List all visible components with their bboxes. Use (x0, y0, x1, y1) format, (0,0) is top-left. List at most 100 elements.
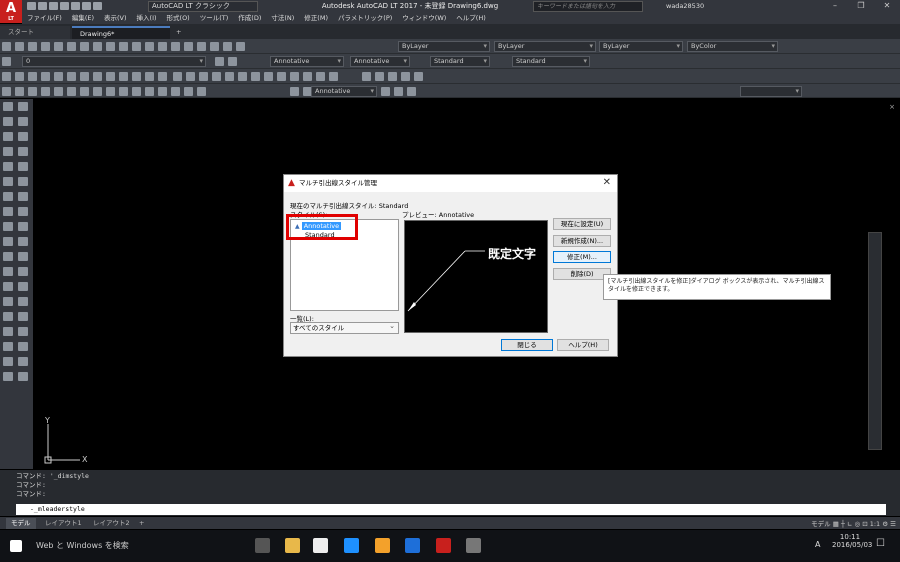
grid-icon[interactable]: ▦ (833, 520, 841, 528)
fillet-icon[interactable] (316, 72, 326, 81)
menu-window[interactable]: ウィンドウ(W) (397, 13, 451, 24)
new-tab-button[interactable]: + (172, 26, 188, 39)
rectangle-icon[interactable] (54, 72, 63, 81)
close-icon[interactable]: ✕ (874, 0, 900, 13)
polygon-icon[interactable] (18, 117, 28, 126)
layer-lock-icon[interactable] (401, 72, 411, 81)
trim-icon[interactable] (18, 297, 28, 306)
table-icon[interactable] (145, 72, 154, 81)
tab-add-layout[interactable]: + (134, 518, 149, 529)
layer-manager-icon[interactable] (2, 57, 11, 66)
spline-icon[interactable] (93, 72, 102, 81)
help-button[interactable]: ヘルプ(H) (557, 339, 609, 351)
menu-format[interactable]: 形式(O) (162, 13, 195, 24)
menu-draw[interactable]: 作成(D) (233, 13, 266, 24)
design-center-icon[interactable] (197, 42, 206, 51)
preview-icon[interactable] (54, 42, 63, 51)
plot-icon[interactable] (71, 2, 80, 10)
line-icon[interactable] (2, 72, 11, 81)
print-icon[interactable] (41, 42, 50, 51)
paste-icon[interactable] (93, 42, 102, 51)
spell-icon[interactable] (3, 357, 13, 366)
stretch-icon[interactable] (3, 297, 13, 306)
erase-icon[interactable] (3, 237, 13, 246)
taskbar-search[interactable]: Web と Windows を検索 (36, 540, 129, 551)
pan-icon[interactable] (145, 42, 154, 51)
menu-dimension[interactable]: 寸法(N) (266, 13, 299, 24)
leader-icon[interactable] (18, 372, 28, 381)
lineweight-dropdown[interactable]: ByLayer (599, 41, 683, 52)
polygon-icon[interactable] (41, 72, 50, 81)
undo-icon[interactable] (82, 2, 91, 10)
dim-baseline-icon[interactable] (119, 87, 128, 96)
layer-dropdown[interactable]: 0 (22, 56, 206, 67)
text-a-icon[interactable] (3, 342, 13, 351)
properties-palette-collapsed[interactable] (868, 232, 882, 450)
user-name[interactable]: wada28530 (666, 0, 704, 13)
gradient-icon[interactable] (3, 207, 13, 216)
mleader-icon[interactable] (290, 87, 300, 96)
open-icon[interactable] (15, 42, 24, 51)
dim-aligned-icon[interactable] (15, 87, 24, 96)
save-icon[interactable] (28, 42, 37, 51)
menu-modify[interactable]: 修正(M) (299, 13, 333, 24)
menu-file[interactable]: ファイル(F) (22, 13, 67, 24)
layer-state-icon[interactable] (362, 72, 372, 81)
search-input[interactable]: キーワードまたは語句を入力 (533, 1, 643, 12)
hatch-icon[interactable] (18, 192, 28, 201)
circle-icon[interactable] (3, 147, 13, 156)
dim-edit-icon[interactable] (171, 87, 180, 96)
make-current-icon[interactable] (215, 57, 225, 66)
plotstyle-dropdown[interactable]: ByColor (687, 41, 778, 52)
open-icon[interactable] (38, 2, 47, 10)
dim-jogged-icon[interactable] (67, 87, 76, 96)
ellipse-icon[interactable] (106, 72, 115, 81)
construction-line-icon[interactable] (15, 72, 24, 81)
arc-icon[interactable] (67, 72, 76, 81)
region-icon[interactable] (132, 72, 141, 81)
layer-previous-icon[interactable] (228, 57, 238, 66)
polyline-icon[interactable] (3, 117, 13, 126)
redo-icon[interactable] (93, 2, 102, 10)
fillet-icon[interactable] (18, 327, 28, 336)
osnap-icon[interactable]: ⊡ (862, 520, 870, 528)
menu-insert[interactable]: 挿入(I) (132, 13, 162, 24)
ie-icon[interactable] (405, 538, 420, 553)
arc-icon[interactable] (18, 132, 28, 141)
workspace-dropdown[interactable]: AutoCAD LT クラシック (148, 1, 258, 12)
line-icon[interactable] (3, 102, 13, 111)
tab-layout2[interactable]: レイアウト2 (88, 518, 135, 529)
layer-freeze-icon[interactable] (388, 72, 398, 81)
array-icon[interactable] (3, 267, 13, 276)
explorer-icon[interactable] (285, 538, 300, 553)
ime-indicator[interactable]: A (815, 540, 820, 549)
gear-icon[interactable]: ⚙ (882, 520, 890, 528)
circle-icon[interactable] (80, 72, 89, 81)
tab-drawing[interactable]: Drawing6* (72, 26, 170, 39)
tab-layout1[interactable]: レイアウト1 (40, 518, 87, 529)
hatch-icon[interactable] (119, 72, 128, 81)
dim-icon[interactable] (3, 372, 13, 381)
calculator-icon[interactable] (223, 42, 232, 51)
redo-icon[interactable] (132, 42, 141, 51)
center-mark-icon[interactable] (158, 87, 167, 96)
offset-icon[interactable] (18, 252, 28, 261)
layer-isolate-icon[interactable] (414, 72, 424, 81)
extend-icon[interactable] (264, 72, 274, 81)
dim-arc-icon[interactable] (28, 87, 37, 96)
match-properties-icon[interactable] (106, 42, 115, 51)
revcloud-icon[interactable] (18, 147, 28, 156)
rotate-icon[interactable] (3, 282, 13, 291)
break-icon[interactable] (18, 312, 28, 321)
dim-linear-icon[interactable] (2, 87, 11, 96)
explode-icon[interactable] (329, 72, 339, 81)
break-icon[interactable] (277, 72, 287, 81)
move-icon[interactable] (186, 72, 196, 81)
make-block-icon[interactable] (18, 177, 28, 186)
dim-style-dropdown[interactable]: Annotative (350, 56, 410, 67)
clock[interactable]: 10:11 2016/05/03 (832, 533, 872, 549)
zoom-window-icon[interactable] (171, 42, 180, 51)
quick-dim-icon[interactable] (106, 87, 115, 96)
mtext-icon[interactable] (158, 72, 167, 81)
dim-diameter-icon[interactable] (80, 87, 89, 96)
